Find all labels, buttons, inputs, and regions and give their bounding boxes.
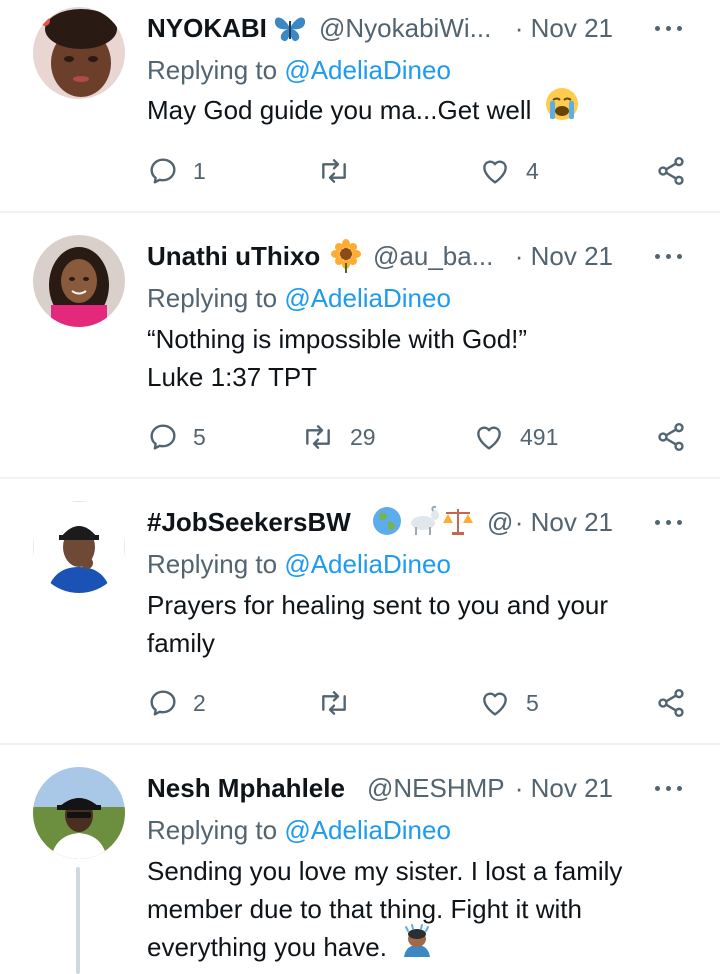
tweet-date[interactable]: · Nov 21 [515,771,613,805]
retweet-icon [322,159,346,183]
display-name[interactable]: Nesh Mphahlele [147,771,345,805]
heart-icon [477,426,501,450]
reply-count: 1 [193,157,206,184]
tweet-card[interactable]: Unathi uThixo @au_ba... · Nov 21 Replyin… [0,213,720,477]
tweet-card[interactable]: Nesh Mphahlele @NESHMP · Nov 21 Replying… [0,745,720,974]
replying-to: Replying to @AdeliaDineo [147,53,451,87]
avatar[interactable] [33,235,125,327]
share-icon [658,157,684,185]
share-button[interactable] [654,151,688,191]
retweet-icon [322,691,346,715]
tweet-text: “Nothing is impossible with God!” Luke 1… [147,320,687,396]
more-options-icon[interactable] [653,239,685,273]
heart-icon [483,160,507,184]
more-options-icon[interactable] [653,505,685,539]
reply-button[interactable]: 2 [147,683,206,723]
replying-to-label: Replying to [147,549,278,579]
retweet-button[interactable]: 29 [300,417,376,457]
tweet-text-line: “Nothing is impossible with God!” [147,324,528,354]
user-handle[interactable]: @NESHMP [367,771,505,805]
user-handle[interactable]: @ [487,505,513,539]
mention-link[interactable]: @AdeliaDineo [284,549,451,579]
tweet-text-line: family [147,628,215,658]
share-button[interactable] [654,683,688,723]
reply-button[interactable]: 1 [147,151,206,191]
retweet-count: 29 [350,423,376,450]
retweet-icon [306,425,330,449]
tweet-text: May God guide you ma...Get well [147,88,687,131]
tweet-date[interactable]: · Nov 21 [515,11,613,45]
tweet-text-line: Sending you love my sister. I lost a fam… [147,856,623,886]
globe-emoji [371,505,403,545]
user-handle[interactable]: @au_ba... [373,239,493,273]
like-count: 5 [526,689,539,716]
tweet-date[interactable]: · Nov 21 [515,239,613,273]
reply-count: 2 [193,689,206,716]
replying-to-label: Replying to [147,55,278,85]
user-handle[interactable]: @NyokabiWi... [319,11,491,45]
avatar[interactable] [33,501,125,593]
more-options-icon[interactable] [653,771,685,805]
like-button[interactable]: 5 [478,683,539,723]
tweet-text: Sending you love my sister. I lost a fam… [147,852,687,967]
thread-connector [76,867,80,974]
balance-scale-emoji [441,505,475,545]
retweet-button[interactable] [316,683,366,723]
reply-icon [150,158,176,184]
display-name[interactable]: NYOKABI [147,11,267,45]
retweet-button[interactable] [316,151,366,191]
tweet-card[interactable]: #JobSeekersBW @ · Nov 21 Replying to @Ad… [0,479,720,743]
replying-to: Replying to @AdeliaDineo [147,547,451,581]
avatar[interactable] [33,7,125,99]
share-icon [658,423,684,451]
tweet-text: Prayers for healing sent to you and your… [147,586,687,662]
heart-icon [483,692,507,716]
reply-icon [150,690,176,716]
tweet-text-line: Luke 1:37 TPT [147,362,318,392]
replying-to-label: Replying to [147,815,278,845]
replying-to: Replying to @AdeliaDineo [147,813,451,847]
tweet-text-line: Prayers for healing sent to you and your [147,590,609,620]
display-name[interactable]: #JobSeekersBW [147,505,351,539]
avatar[interactable] [33,767,125,859]
tweet-text-line: everything you have. [147,932,387,962]
like-count: 491 [520,423,559,450]
tweet-date[interactable]: · Nov 21 [515,505,613,539]
sunflower-emoji [329,239,363,281]
butterfly-emoji [273,13,307,51]
like-button[interactable]: 4 [478,151,539,191]
person-bowing-emoji [400,923,434,967]
loudly-crying-face-emoji [545,87,579,131]
like-count: 4 [526,157,539,184]
reply-button[interactable]: 5 [147,417,206,457]
tweet-card[interactable]: NYOKABI @NyokabiWi... · Nov 21 Replying … [0,0,720,212]
display-name[interactable]: Unathi uThixo [147,239,320,273]
mention-link[interactable]: @AdeliaDineo [284,55,451,85]
goat-emoji [405,505,441,545]
tweet-text-line: May God guide you ma...Get well [147,95,532,125]
reply-count: 5 [193,423,206,450]
mention-link[interactable]: @AdeliaDineo [284,283,451,313]
share-button[interactable] [654,417,688,457]
reply-icon [150,424,176,450]
replying-to-label: Replying to [147,283,278,313]
mention-link[interactable]: @AdeliaDineo [284,815,451,845]
share-icon [658,689,684,717]
like-button[interactable]: 491 [472,417,558,457]
replying-to: Replying to @AdeliaDineo [147,281,451,315]
more-options-icon[interactable] [653,11,685,45]
